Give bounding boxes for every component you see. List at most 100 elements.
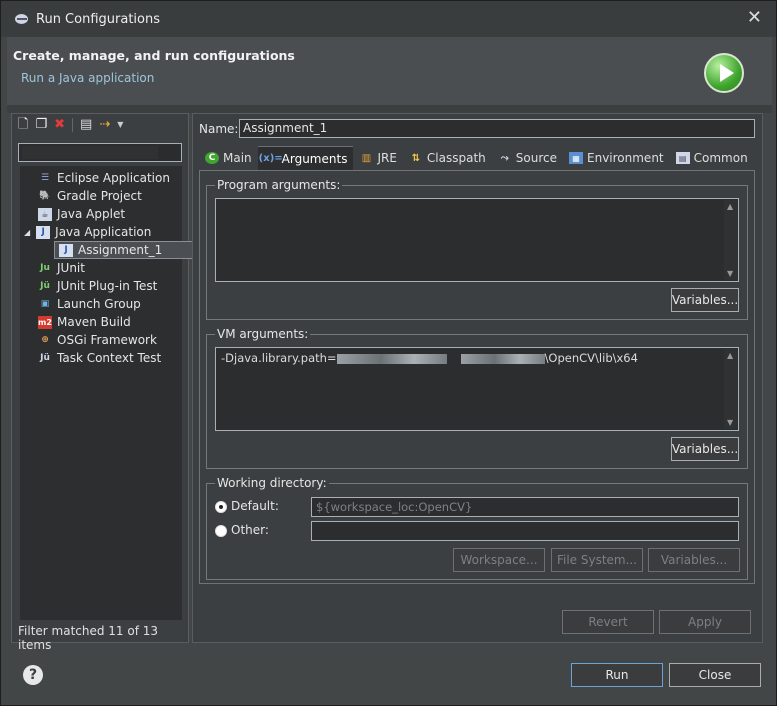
working-directory-label: Working directory: xyxy=(215,476,329,490)
chevron-down-icon[interactable]: ▼ xyxy=(117,118,123,132)
tab-main[interactable]: C Main xyxy=(199,146,258,170)
program-arguments-group: Program arguments: ▲ ▼ Variables... xyxy=(206,178,748,320)
maven-icon: m2 xyxy=(38,315,52,329)
tab-environment[interactable]: ▦ Environment xyxy=(563,146,670,170)
tree-item-junit[interactable]: Ju JUnit xyxy=(38,259,85,277)
working-dir-variables-button[interactable]: Variables... xyxy=(648,548,740,572)
filter-input[interactable] xyxy=(18,143,182,162)
scrollbar[interactable]: ▲ ▼ xyxy=(724,200,737,280)
osgi-icon: ⊕ xyxy=(41,335,49,345)
tab-bar: C Main (x)= Arguments ▥ JRE ⇅ Classpath … xyxy=(199,144,755,170)
gradle-icon: 🐘 xyxy=(39,191,51,201)
tab-label: JRE xyxy=(377,151,397,165)
vm-arguments-input[interactable]: -Djava.library.path= \OpenCV\lib\x64 ▲ ▼ xyxy=(215,347,739,431)
tree-item-java-applet[interactable]: ☕ Java Applet xyxy=(38,205,125,223)
tab-classpath[interactable]: ⇅ Classpath xyxy=(403,146,492,170)
vm-arguments-suffix: \OpenCV\lib\x64 xyxy=(544,351,638,365)
program-arguments-input[interactable]: ▲ ▼ xyxy=(215,198,739,282)
scrollbar[interactable]: ▲ ▼ xyxy=(724,349,737,429)
vm-variables-button[interactable]: Variables... xyxy=(671,437,739,461)
default-directory-field: ${workspace_loc:OpenCV} xyxy=(311,497,739,517)
arguments-icon: (x)= xyxy=(258,153,283,164)
tree-item-gradle-project[interactable]: 🐘 Gradle Project xyxy=(38,187,142,205)
tab-arguments[interactable]: (x)= Arguments xyxy=(257,146,354,170)
header-banner: Create, manage, and run configurations R… xyxy=(7,37,772,105)
expand-arrow-icon[interactable]: ◢ xyxy=(24,228,30,237)
tab-label: Arguments xyxy=(281,151,348,166)
tree-item-label: Assignment_1 xyxy=(78,243,163,257)
tree-item-task-context-test[interactable]: Jü Task Context Test xyxy=(38,349,161,367)
tree-item-label: Launch Group xyxy=(57,297,141,311)
title-bar: Run Configurations ✕ xyxy=(1,1,776,37)
tab-label: Main xyxy=(223,151,252,165)
help-icon[interactable]: ? xyxy=(23,665,43,685)
workspace-button[interactable]: Workspace... xyxy=(453,548,545,572)
tree-item-label: Gradle Project xyxy=(57,189,142,203)
other-label: Other: xyxy=(231,523,269,537)
tree-item-launch-group[interactable]: ▣ Launch Group xyxy=(38,295,141,313)
tree-item-label: Java Application xyxy=(55,225,152,239)
working-directory-group: Working directory: Default: ${workspace_… xyxy=(206,476,748,580)
tree-item-label: JUnit xyxy=(57,261,85,275)
run-icon xyxy=(704,53,744,93)
configuration-editor: Name: Assignment_1 C Main (x)= Arguments… xyxy=(192,113,763,643)
duplicate-icon[interactable]: ❐ xyxy=(35,118,47,132)
collapse-all-icon[interactable]: ▤ xyxy=(80,118,92,132)
java-app-icon: J xyxy=(59,243,73,257)
tab-jre[interactable]: ▥ JRE xyxy=(353,146,402,170)
vm-arguments-prefix: -Djava.library.path= xyxy=(221,351,337,365)
filter-icon[interactable]: ⇢ xyxy=(99,118,110,132)
java-applet-icon: ☕ xyxy=(38,207,52,221)
list-toolbar: 🗋 ❐ ✖ ▤ ⇢ ▼ xyxy=(12,114,188,136)
banner-heading: Create, manage, and run configurations xyxy=(13,48,295,63)
jre-icon: ▥ xyxy=(361,152,372,164)
toolbar-separator xyxy=(72,118,74,132)
configuration-list-panel: 🗋 ❐ ✖ ▤ ⇢ ▼ ☰ Eclipse Application 🐘 Grad… xyxy=(11,113,194,652)
junit-plugin-icon: Jü xyxy=(40,281,50,291)
tree-item-maven-build[interactable]: m2 Maven Build xyxy=(38,313,131,331)
tab-source[interactable]: ⤳ Source xyxy=(492,146,563,170)
redacted-path xyxy=(460,353,545,364)
tree-item-java-application[interactable]: ◢ J Java Application xyxy=(24,223,151,241)
junit-icon: Ju xyxy=(40,263,50,273)
other-radio[interactable] xyxy=(215,525,227,537)
name-label: Name: xyxy=(199,122,239,136)
new-configuration-icon[interactable]: 🗋 xyxy=(18,118,28,132)
other-directory-field[interactable] xyxy=(311,521,739,541)
tab-label: Environment xyxy=(587,151,664,165)
delete-icon[interactable]: ✖ xyxy=(54,118,65,132)
name-input[interactable]: Assignment_1 xyxy=(239,119,755,138)
tree-item-label: OSGi Framework xyxy=(57,333,157,347)
default-radio[interactable] xyxy=(215,501,227,513)
tree-item-label: Java Applet xyxy=(57,207,126,221)
close-icon[interactable]: ✕ xyxy=(747,9,762,27)
filter-status-text: Filter matched 11 of 13 items xyxy=(18,624,159,652)
redacted-path xyxy=(336,353,447,364)
program-arguments-label: Program arguments: xyxy=(215,178,343,192)
program-variables-button[interactable]: Variables... xyxy=(671,288,739,312)
tab-label: Common xyxy=(693,151,748,165)
tree-item-label: Maven Build xyxy=(57,315,131,329)
common-icon: ▤ xyxy=(675,152,690,164)
close-button[interactable]: Close xyxy=(669,663,761,687)
apply-button[interactable]: Apply xyxy=(659,610,751,634)
vm-arguments-group: VM arguments: -Djava.library.path= \OpenC… xyxy=(206,327,748,469)
tab-label: Source xyxy=(515,151,557,165)
tree-item-assignment-1[interactable]: J Assignment_1 xyxy=(54,241,194,259)
file-system-button[interactable]: File System... xyxy=(551,548,643,572)
environment-icon: ▦ xyxy=(569,152,583,164)
tree-item-osgi-framework[interactable]: ⊕ OSGi Framework xyxy=(38,331,157,349)
revert-button[interactable]: Revert xyxy=(562,610,654,634)
tab-common[interactable]: ▤ Common xyxy=(670,146,754,170)
run-button[interactable]: Run xyxy=(571,663,663,687)
eclipse-app-icon: ☰ xyxy=(40,173,50,183)
eclipse-icon xyxy=(15,13,29,25)
divider xyxy=(7,105,772,113)
tab-label: Classpath xyxy=(426,151,486,165)
tree-item-eclipse-application[interactable]: ☰ Eclipse Application xyxy=(38,169,170,187)
launch-group-icon: ▣ xyxy=(40,299,50,309)
java-app-icon: J xyxy=(36,225,51,239)
tree-item-junit-plugin-test[interactable]: Jü JUnit Plug-in Test xyxy=(38,277,157,295)
arguments-panel: Program arguments: ▲ ▼ Variables... VM ar… xyxy=(199,170,755,584)
vm-arguments-label: VM arguments: xyxy=(215,327,311,341)
